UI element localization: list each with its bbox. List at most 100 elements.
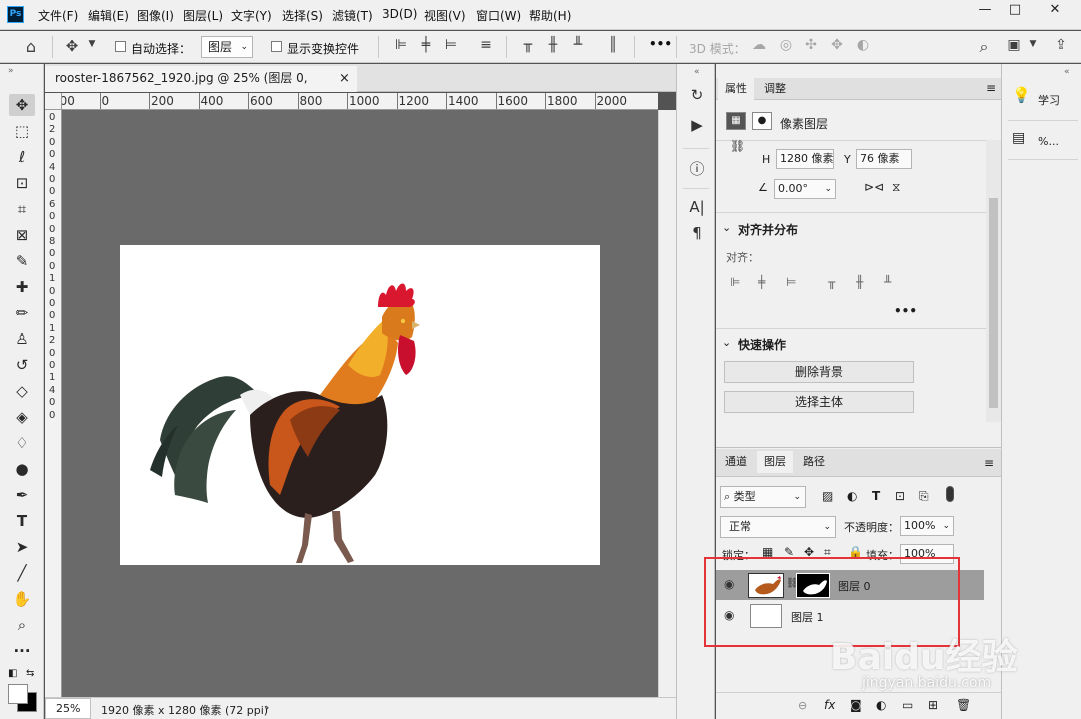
scrollbar-thumb[interactable]: [989, 198, 998, 408]
delete-layer-icon[interactable]: 🗑: [956, 698, 971, 712]
menu-help[interactable]: 帮助(H): [529, 7, 571, 24]
ruler-origin[interactable]: [45, 93, 62, 110]
learn-label[interactable]: 学习: [1038, 92, 1060, 108]
clone-stamp-tool-icon[interactable]: ♙: [9, 328, 35, 350]
menu-type[interactable]: 文字(Y): [231, 7, 272, 24]
distribute-vertical-icon[interactable]: ║: [605, 37, 621, 53]
height-field[interactable]: 1280 像素: [776, 149, 834, 169]
vertical-scrollbar[interactable]: [658, 110, 676, 697]
info-panel-icon[interactable]: ⓘ: [686, 158, 708, 180]
learn-icon[interactable]: 💡: [1012, 86, 1031, 104]
panel-menu-icon[interactable]: ≡: [984, 456, 994, 470]
brush-tool-icon[interactable]: ✏: [9, 302, 35, 324]
menu-3d[interactable]: 3D(D): [382, 7, 417, 21]
dodge-tool-icon[interactable]: ●: [9, 458, 35, 480]
fx-icon[interactable]: fx: [824, 698, 835, 712]
new-layer-icon[interactable]: ⊞: [928, 698, 938, 712]
character-panel-icon[interactable]: A|: [686, 198, 708, 220]
paint-bucket-tool-icon[interactable]: ◈: [9, 406, 35, 428]
align-top-icon[interactable]: ╥: [828, 275, 835, 289]
history-panel-icon[interactable]: ↻: [686, 86, 708, 108]
tab-channels[interactable]: 通道: [718, 451, 754, 473]
actions-panel-icon[interactable]: ▶: [686, 116, 708, 138]
y-field[interactable]: 76 像素: [856, 149, 912, 169]
hand-tool-icon[interactable]: ✋: [9, 588, 35, 610]
crop-tool-icon[interactable]: ⌗: [9, 198, 35, 220]
properties-scrollbar[interactable]: [986, 140, 1001, 422]
menu-edit[interactable]: 编辑(E): [88, 7, 129, 24]
adjustment-layer-icon[interactable]: ◐: [876, 698, 886, 712]
close-window-button[interactable]: ✕: [1040, 0, 1070, 22]
more-options-button[interactable]: •••: [649, 37, 672, 51]
line-tool-icon[interactable]: ╱: [9, 562, 35, 584]
move-tool-icon[interactable]: ✥: [9, 94, 35, 116]
paragraph-panel-icon[interactable]: ¶: [686, 224, 708, 246]
workspace-icon[interactable]: ▣: [1005, 37, 1023, 53]
menu-filter[interactable]: 滤镜(T): [332, 7, 373, 24]
link-layers-icon[interactable]: ⊖: [798, 699, 807, 712]
filter-toggle-icon[interactable]: [946, 486, 954, 502]
zoom-level[interactable]: 25%: [45, 698, 91, 719]
menu-window[interactable]: 窗口(W): [476, 7, 521, 24]
menu-file[interactable]: 文件(F): [38, 7, 78, 24]
mask-icon[interactable]: ●: [752, 112, 772, 130]
align-hcenter-icon[interactable]: ╪: [418, 37, 434, 53]
healing-brush-tool-icon[interactable]: ✚: [9, 276, 35, 298]
menu-view[interactable]: 视图(V): [424, 7, 466, 24]
swap-colors-icon[interactable]: ⇆: [26, 668, 34, 679]
auto-select-checkbox[interactable]: [115, 41, 126, 52]
history-brush-tool-icon[interactable]: ↺: [9, 354, 35, 376]
search-icon[interactable]: ⌕: [975, 37, 993, 57]
foreground-color-swatch[interactable]: [8, 684, 28, 704]
tab-layers[interactable]: 图层: [757, 451, 793, 473]
menu-select[interactable]: 选择(S): [282, 7, 323, 24]
new-group-icon[interactable]: ▭: [902, 698, 913, 712]
chevron-down-icon[interactable]: ⌄: [722, 336, 731, 349]
marquee-tool-icon[interactable]: ⬚: [9, 120, 35, 142]
flip-vertical-icon[interactable]: ⧖: [892, 180, 900, 195]
opacity-field[interactable]: 100% ⌄: [900, 516, 954, 536]
minimize-button[interactable]: —: [970, 0, 1000, 22]
tab-properties[interactable]: 属性: [718, 78, 754, 100]
quick-select-tool-icon[interactable]: ⊡: [9, 172, 35, 194]
blend-mode-dropdown[interactable]: 正常 ⌄: [720, 516, 836, 538]
tab-adjustments[interactable]: 调整: [757, 78, 793, 100]
move-tool-preset-icon[interactable]: ✥: [62, 37, 82, 55]
select-subject-button[interactable]: 选择主体: [724, 391, 914, 413]
angle-field[interactable]: 0.00° ⌄: [774, 179, 836, 199]
more-align-button[interactable]: •••: [894, 304, 917, 318]
home-icon[interactable]: ⌂: [20, 37, 42, 56]
edit-toolbar-icon[interactable]: ···: [9, 640, 35, 662]
chevron-down-icon[interactable]: ▼: [86, 39, 98, 49]
align-right-icon[interactable]: ⊨: [443, 37, 459, 53]
libraries-icon[interactable]: ▤: [1012, 130, 1025, 146]
collapse-icon[interactable]: «: [694, 67, 700, 77]
document-canvas[interactable]: [120, 245, 600, 565]
pen-tool-icon[interactable]: ✒: [9, 484, 35, 506]
add-mask-icon[interactable]: ◙: [850, 698, 862, 712]
filter-type-icon[interactable]: T: [872, 489, 880, 503]
percent-label[interactable]: %...: [1038, 135, 1059, 148]
chevron-down-icon[interactable]: ⌄: [722, 221, 731, 234]
distribute-icon[interactable]: ≡: [478, 37, 494, 53]
align-vcenter-icon[interactable]: ╫: [856, 275, 863, 289]
remove-background-button[interactable]: 删除背景: [724, 361, 914, 383]
auto-select-target-dropdown[interactable]: 图层 ⌄: [201, 36, 253, 58]
frame-tool-icon[interactable]: ⊠: [9, 224, 35, 246]
align-bottom-icon[interactable]: ╨: [570, 37, 586, 53]
eraser-tool-icon[interactable]: ◇: [9, 380, 35, 402]
lasso-tool-icon[interactable]: ℓ: [9, 146, 35, 168]
status-menu-arrow[interactable]: ›: [265, 701, 269, 714]
close-tab-icon[interactable]: ×: [339, 66, 350, 91]
flip-horizontal-icon[interactable]: ⊳⊲: [864, 180, 884, 194]
layer-filter-dropdown[interactable]: ⌕ 类型 ⌄: [720, 486, 806, 508]
default-colors-icon[interactable]: ◧: [8, 668, 17, 679]
align-left-icon[interactable]: ⊫: [393, 37, 409, 53]
link-icon[interactable]: ⛓: [730, 139, 745, 153]
type-tool-icon[interactable]: T: [9, 510, 35, 532]
chevron-down-icon[interactable]: ▼: [1028, 39, 1038, 49]
align-vcenter-icon[interactable]: ╫: [545, 37, 561, 53]
blur-tool-icon[interactable]: ♢: [9, 432, 35, 454]
filter-adjustment-icon[interactable]: ◐: [847, 489, 857, 503]
filter-shape-icon[interactable]: ⊡: [895, 489, 905, 503]
